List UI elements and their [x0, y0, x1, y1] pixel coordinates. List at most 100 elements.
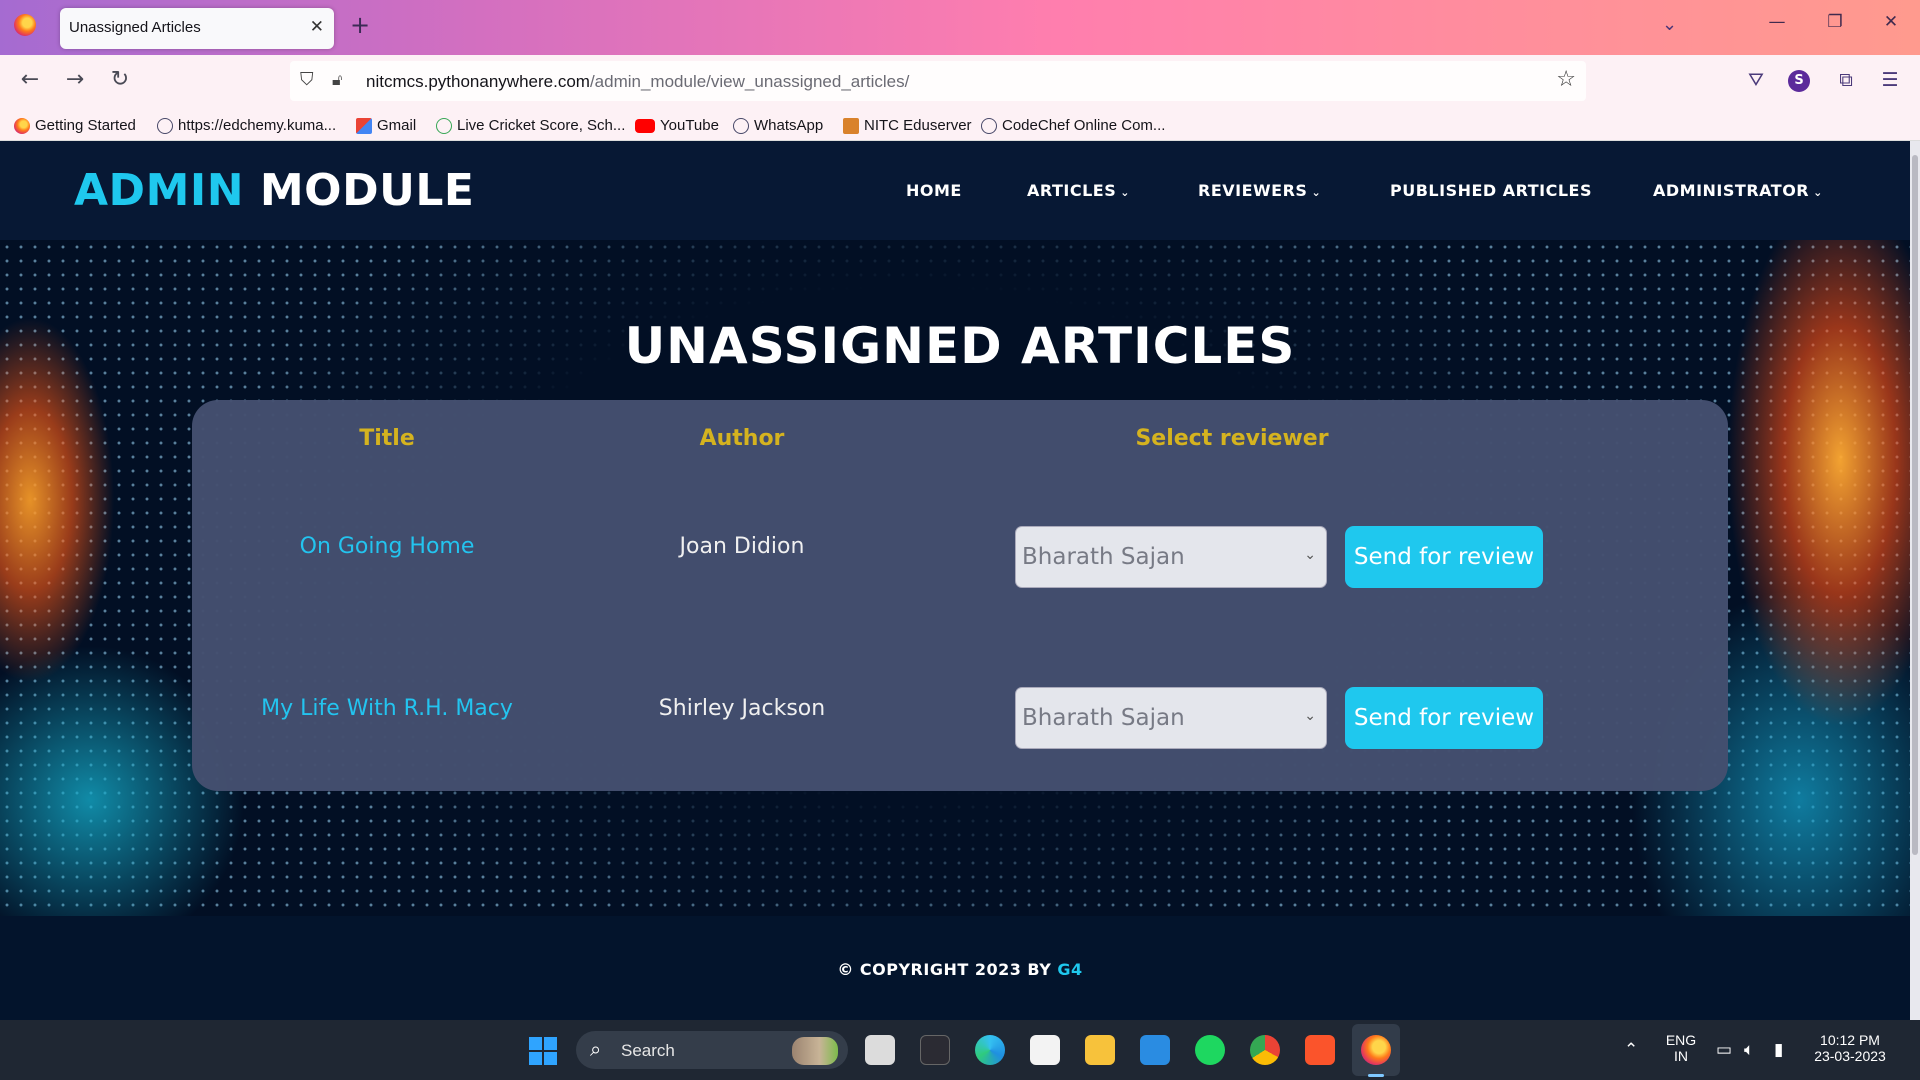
bookmarks-bar: Getting Started https://edchemy.kuma... … — [0, 113, 1920, 141]
search-icon: ⌕ — [590, 1037, 602, 1061]
reviewer-select[interactable]: Bharath Sajan ⌄ — [1015, 526, 1327, 588]
mail-icon[interactable] — [1140, 1035, 1170, 1065]
youtube-icon — [635, 118, 655, 133]
battery-icon[interactable]: ▮ — [1774, 1040, 1783, 1060]
column-header-author: Author — [699, 426, 785, 451]
tab-title: Unassigned Articles — [69, 19, 201, 36]
language-indicator[interactable]: ENG IN — [1664, 1032, 1698, 1064]
firefox-icon[interactable] — [1361, 1035, 1391, 1065]
globe-icon — [981, 117, 997, 134]
restore-icon[interactable]: ❐ — [1820, 12, 1850, 32]
active-app-indicator — [1368, 1074, 1384, 1077]
team-link[interactable]: G4 — [1057, 960, 1082, 979]
bookmark-codechef[interactable]: CodeChef Online Com... — [981, 117, 1165, 134]
avatar[interactable]: S — [1788, 70, 1810, 92]
article-author: Shirley Jackson — [658, 696, 826, 721]
site-header: ADMIN MODULE HOME ARTICLES ⌄ REVIEWERS ⌄ P… — [0, 141, 1910, 240]
cricbuzz-icon — [436, 117, 452, 134]
nav-published-articles[interactable]: PUBLISHED ARTICLES — [1390, 181, 1592, 200]
brave-icon[interactable] — [1305, 1035, 1335, 1065]
logo-part-1: ADMIN — [74, 165, 245, 216]
windows-start-icon[interactable] — [529, 1037, 557, 1065]
volume-icon[interactable]: 🔈︎ — [1744, 1040, 1754, 1060]
pocket-icon[interactable]: ⛛ — [1742, 69, 1770, 91]
nav-reviewers[interactable]: REVIEWERS ⌄ — [1198, 181, 1321, 200]
insecure-lock-icon[interactable]: 🔓︎ — [332, 70, 342, 90]
articles-table: Title Author Select reviewer On Going Ho… — [192, 400, 1728, 791]
web-page: ADMIN MODULE HOME ARTICLES ⌄ REVIEWERS ⌄ P… — [0, 141, 1910, 1020]
clock-date: 23-03-2023 — [1814, 1048, 1886, 1064]
browser-tab-bar: Unassigned Articles ✕ + ⌄ — ❐ ✕ — [0, 0, 1920, 55]
taskbar-search-label: Search — [621, 1041, 675, 1060]
bookmark-nitc-eduserver[interactable]: NITC Eduserver — [843, 117, 972, 134]
new-tab-icon[interactable]: + — [350, 11, 370, 39]
taskbar: ⌕ Search ⌃ ENG IN ▭ 🔈︎ ▮ 10:12 PM 23-03-… — [0, 1020, 1920, 1080]
file-explorer-icon[interactable] — [1085, 1035, 1115, 1065]
column-header-title: Title — [359, 426, 415, 451]
bookmark-youtube[interactable]: YouTube — [635, 117, 719, 134]
bookmark-star-icon[interactable]: ☆ — [1556, 67, 1576, 92]
extensions-icon[interactable]: ⧉ — [1832, 69, 1860, 91]
network-icon[interactable]: ▭ — [1716, 1040, 1732, 1060]
logo-part-2: MODULE — [259, 165, 475, 216]
chevron-down-icon: ⌄ — [1120, 186, 1130, 199]
firefox-icon[interactable] — [14, 14, 36, 36]
minimize-icon[interactable]: — — [1762, 12, 1792, 32]
nav-home[interactable]: HOME — [906, 181, 962, 200]
chrome-icon[interactable] — [1250, 1035, 1280, 1065]
scrollbar-thumb[interactable] — [1912, 155, 1918, 855]
close-icon[interactable]: ✕ — [310, 17, 324, 37]
bookmark-getting-started[interactable]: Getting Started — [14, 117, 136, 134]
chevron-down-icon: ⌄ — [1813, 186, 1823, 199]
firefox-icon — [14, 117, 30, 134]
search-highlight-image — [792, 1037, 838, 1065]
tab-unassigned-articles[interactable]: Unassigned Articles ✕ — [60, 8, 334, 49]
nav-administrator[interactable]: ADMINISTRATOR ⌄ — [1653, 181, 1823, 200]
reviewer-select[interactable]: Bharath Sajan ⌄ — [1015, 687, 1327, 749]
copyright-text: © COPYRIGHT 2023 BY G4 — [837, 960, 1083, 979]
predator-sense-icon[interactable] — [920, 1035, 950, 1065]
spotify-icon[interactable] — [1195, 1035, 1225, 1065]
window-close-icon[interactable]: ✕ — [1876, 12, 1906, 32]
chevron-up-icon[interactable]: ⌃ — [1624, 1040, 1638, 1060]
bookmark-whatsapp[interactable]: WhatsApp — [733, 117, 823, 134]
task-view-icon[interactable] — [865, 1035, 895, 1065]
clock-time: 10:12 PM — [1820, 1032, 1880, 1048]
microsoft-store-icon[interactable] — [1030, 1035, 1060, 1065]
bookmark-edchemy[interactable]: https://edchemy.kuma... — [157, 117, 336, 134]
send-for-review-button[interactable]: Send for review — [1345, 526, 1543, 588]
menu-icon[interactable]: ☰ — [1876, 69, 1904, 91]
article-title-link[interactable]: My Life With R.H. Macy — [202, 696, 572, 721]
reload-icon[interactable]: ↻ — [104, 67, 136, 92]
chevron-down-icon: ⌄ — [1304, 708, 1316, 724]
site-footer: © COPYRIGHT 2023 BY G4 — [0, 916, 1910, 1020]
bookmark-gmail[interactable]: Gmail — [356, 117, 416, 134]
address-bar[interactable]: ⛉ 🔓︎ nitcmcs.pythonanywhere.com/admin_mo… — [290, 61, 1586, 101]
language-code: ENG — [1665, 1032, 1697, 1048]
page-title: UNASSIGNED ARTICLES — [624, 317, 1296, 375]
chevron-down-icon: ⌄ — [1311, 186, 1322, 199]
shield-icon[interactable]: ⛉ — [300, 69, 314, 90]
reviewer-selected-value: Bharath Sajan — [1022, 705, 1185, 731]
url-text[interactable]: nitcmcs.pythonanywhere.com/admin_module/… — [366, 72, 909, 92]
article-author: Joan Didion — [679, 534, 805, 559]
nav-articles[interactable]: ARTICLES ⌄ — [1027, 181, 1130, 200]
browser-toolbar: ← → ↻ ⛉ 🔓︎ nitcmcs.pythonanywhere.com/ad… — [0, 55, 1920, 113]
send-for-review-button[interactable]: Send for review — [1345, 687, 1543, 749]
nitc-icon — [843, 117, 859, 134]
globe-icon — [733, 117, 749, 134]
back-icon[interactable]: ← — [14, 67, 46, 92]
clock[interactable]: 10:12 PM 23-03-2023 — [1808, 1032, 1892, 1064]
gmail-icon — [356, 117, 372, 134]
forward-icon[interactable]: → — [59, 67, 91, 92]
page-scrollbar[interactable] — [1910, 141, 1920, 1020]
taskbar-search[interactable]: ⌕ Search — [576, 1031, 848, 1069]
region-code: IN — [1674, 1048, 1688, 1064]
article-title-link[interactable]: On Going Home — [222, 534, 552, 559]
site-logo[interactable]: ADMIN MODULE — [74, 165, 474, 216]
column-header-reviewer: Select reviewer — [1135, 426, 1329, 451]
bookmark-cricbuzz[interactable]: Live Cricket Score, Sch... — [436, 117, 625, 134]
reviewer-selected-value: Bharath Sajan — [1022, 544, 1185, 570]
list-all-tabs-icon[interactable]: ⌄ — [1662, 14, 1677, 35]
edge-icon[interactable] — [975, 1035, 1005, 1065]
